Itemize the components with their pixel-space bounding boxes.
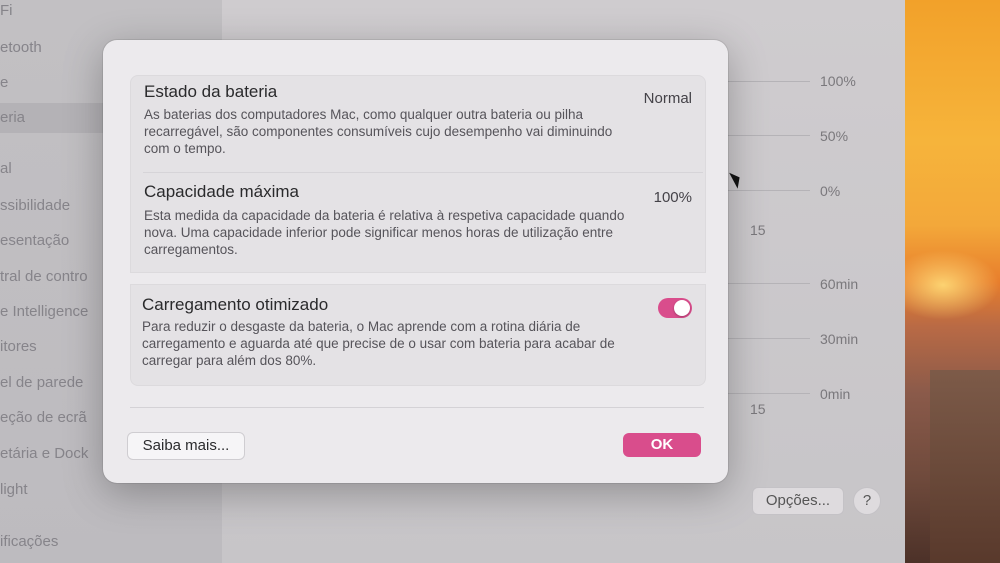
chart-y-label-50: 50% — [820, 128, 849, 144]
toggle-knob — [674, 300, 690, 316]
sidebar-item-wifi[interactable]: Fi — [0, 2, 13, 19]
max-capacity-description: Esta medida da capacidade da bateria é r… — [144, 208, 625, 257]
chart-gridline — [725, 81, 810, 82]
sidebar-item-control-center[interactable]: tral de contro — [0, 268, 88, 285]
help-button[interactable]: ? — [853, 487, 881, 515]
optimized-charging-title: Carregamento otimizado — [142, 295, 329, 314]
sidebar-item-screen-saver[interactable]: eção de ecrã — [0, 409, 87, 426]
learn-more-button[interactable]: Saiba mais... — [127, 432, 245, 460]
dialog-separator — [130, 407, 704, 408]
sidebar-item-notifications[interactable]: ificações — [0, 533, 58, 550]
chart-y-label-100: 100% — [820, 73, 856, 89]
options-button[interactable]: Opções... — [752, 487, 844, 515]
battery-state-value: Normal — [643, 90, 692, 107]
wallpaper-sun — [905, 250, 1000, 320]
chart-gridline — [725, 338, 810, 339]
chart-y-label-0min: 0min — [820, 386, 851, 402]
sidebar-item-bluetooth[interactable]: etooth — [0, 39, 42, 56]
max-capacity-value: 100% — [653, 189, 692, 206]
chart-gridline — [725, 393, 810, 394]
sidebar-item-network[interactable]: e — [0, 74, 8, 91]
sidebar-item-appearance[interactable]: esentação — [0, 232, 69, 249]
wallpaper-pier — [930, 370, 1000, 563]
optimized-charging-toggle[interactable] — [658, 298, 692, 318]
chart-gridline — [725, 190, 810, 191]
chart-x-label: 15 — [750, 401, 766, 417]
sidebar-item-displays[interactable]: itores — [0, 338, 37, 355]
sidebar-item-wallpaper[interactable]: el de parede — [0, 374, 83, 391]
ok-button[interactable]: OK — [623, 433, 701, 457]
chart-x-label: 15 — [750, 222, 766, 238]
sidebar-item-apple-intelligence[interactable]: e Intelligence — [0, 303, 88, 320]
optimized-charging-description: Para reduzir o desgaste da bateria, o Ma… — [142, 319, 615, 368]
chart-y-label-60min: 60min — [820, 276, 859, 292]
battery-state-description: As baterias dos computadores Mac, como q… — [144, 107, 613, 156]
sidebar-item-general[interactable]: al — [0, 160, 12, 177]
max-capacity-title: Capacidade máxima — [144, 182, 299, 201]
battery-state-title: Estado da bateria — [144, 82, 278, 101]
chart-y-label-30min: 30min — [820, 331, 859, 347]
sidebar-item-spotlight[interactable]: light — [0, 481, 28, 498]
chart-y-label-0: 0% — [820, 183, 841, 199]
chart-gridline — [725, 135, 810, 136]
sidebar-item-accessibility[interactable]: ssibilidade — [0, 197, 70, 214]
chart-gridline — [725, 283, 810, 284]
sidebar-item-desktop-dock[interactable]: etária e Dock — [0, 445, 88, 462]
divider — [143, 172, 703, 173]
battery-health-dialog: Estado da bateria Normal As baterias dos… — [103, 40, 728, 483]
